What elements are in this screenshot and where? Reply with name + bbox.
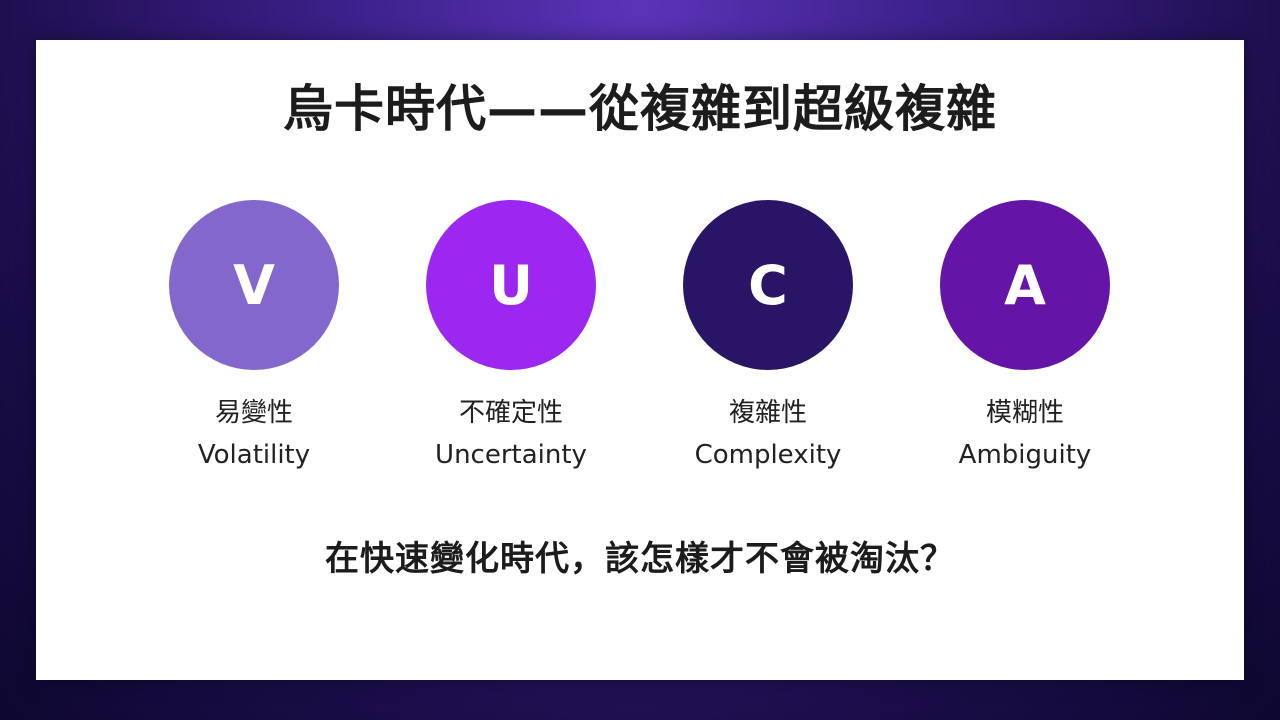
circle-letter: A <box>1004 253 1046 317</box>
letter-circle-u: U <box>426 200 596 370</box>
slide-title: 烏卡時代——從複雜到超級複雜 <box>283 80 997 138</box>
vuca-item-ambiguity: A 模糊性 Ambiguity <box>895 200 1155 472</box>
slide-panel: 烏卡時代——從複雜到超級複雜 V 易變性 Volatility U 不確定性 U… <box>36 40 1244 680</box>
letter-circle-c: C <box>683 200 853 370</box>
closing-question: 在快速變化時代，該怎樣才不會被淘汰？ <box>325 539 955 579</box>
item-label-zh: 不確定性 <box>458 398 563 428</box>
circle-letter: C <box>748 253 788 317</box>
item-label-en: Complexity <box>694 440 842 470</box>
item-label-zh: 複雜性 <box>728 398 807 428</box>
letter-circle-a: A <box>940 200 1110 370</box>
item-label-zh: 模糊性 <box>985 398 1064 428</box>
circle-letter: U <box>489 253 533 317</box>
vuca-item-uncertainty: U 不確定性 Uncertainty <box>381 200 641 472</box>
circle-letter: V <box>233 253 275 317</box>
letter-circle-v: V <box>169 200 339 370</box>
vuca-item-complexity: C 複雜性 Complexity <box>638 200 898 472</box>
item-label-zh: 易變性 <box>214 398 293 428</box>
item-label-en: Uncertainty <box>435 440 587 470</box>
vuca-item-volatility: V 易變性 Volatility <box>124 200 384 472</box>
item-label-en: Ambiguity <box>958 440 1092 470</box>
item-label-en: Volatility <box>197 440 311 470</box>
